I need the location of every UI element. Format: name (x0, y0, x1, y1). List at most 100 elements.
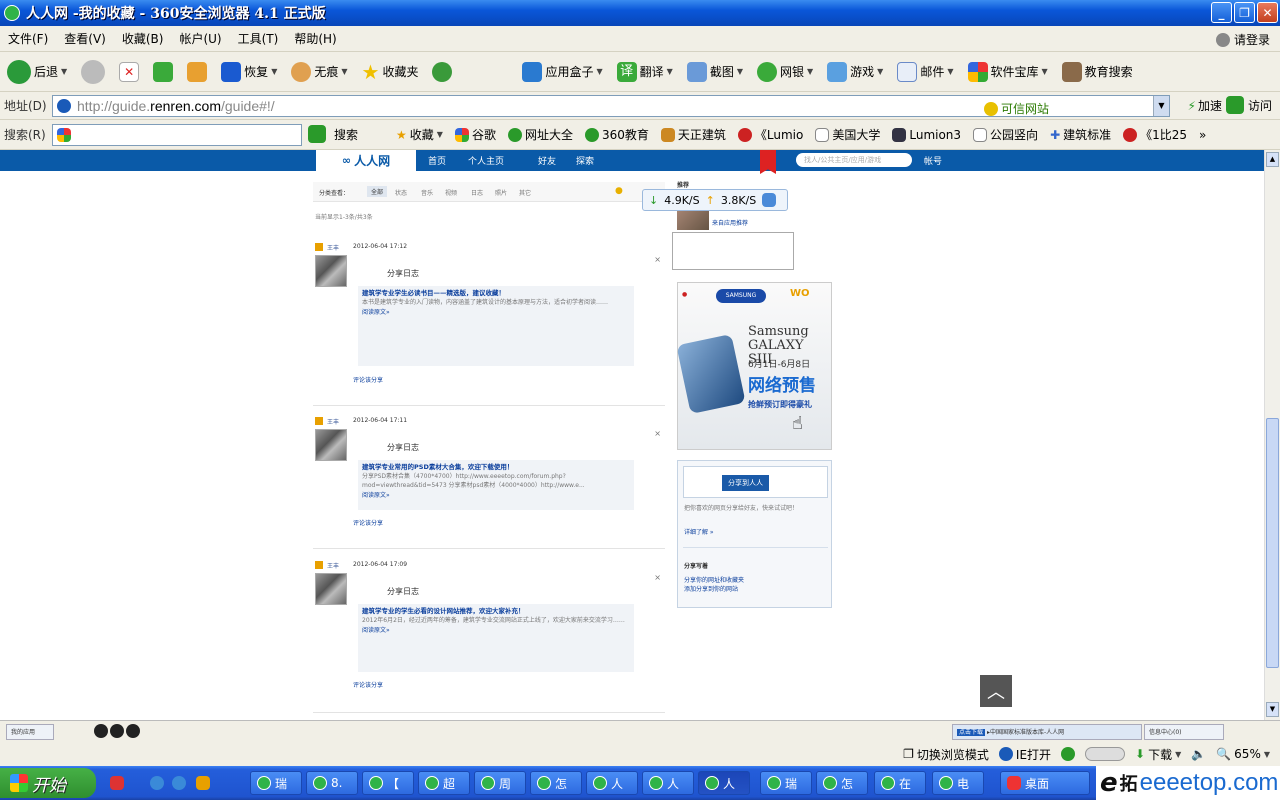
screenshot-button[interactable]: 截图 ▼ (680, 61, 750, 82)
ie-icon[interactable] (150, 776, 164, 790)
address-input[interactable]: http://guide.renren.com/guide#!/ 可信网站 ▼ (52, 95, 1170, 117)
share-link[interactable]: 添加分享到你的网站 (684, 584, 738, 593)
desktop-task[interactable]: 桌面 (1000, 771, 1090, 795)
menu-file[interactable]: 文件(F) (0, 30, 56, 47)
comment-link[interactable]: 评论该分享 (353, 375, 383, 384)
filter-blog[interactable]: 日志 (471, 188, 483, 197)
filter-video[interactable]: 视频 (445, 188, 457, 197)
task-button[interactable]: 超 (418, 771, 470, 795)
quicklaunch-icon[interactable] (110, 776, 124, 790)
fav-360edu[interactable]: 360教育 (579, 126, 655, 143)
forward-button[interactable] (74, 59, 112, 84)
back-to-top-button[interactable]: ︿ (980, 675, 1012, 707)
download-button[interactable]: ⬇ 下载 ▼ (1135, 746, 1181, 763)
netbank-button[interactable]: 网银 ▼ (750, 61, 820, 82)
login-link[interactable]: 请登录 (1215, 31, 1270, 48)
play-icon[interactable] (94, 724, 108, 738)
avatar[interactable] (315, 429, 347, 461)
share-link[interactable]: 分享你的网址和收藏夹 (684, 575, 744, 584)
page-scrollbar[interactable]: ▲ ▼ (1264, 150, 1280, 720)
fav-1to25[interactable]: 《1比25 (1117, 126, 1193, 143)
filter-photo[interactable]: 照片 (495, 188, 507, 197)
task-button[interactable]: 怎 (816, 771, 868, 795)
nav-friends[interactable]: 好友 (538, 154, 556, 167)
side-desc[interactable]: 来自应用推荐 (712, 218, 748, 227)
close-button[interactable]: ✕ (1257, 2, 1278, 23)
games-button[interactable]: 游戏 ▼ (820, 61, 890, 82)
fav-building-standard[interactable]: ✚ 建筑标准 (1044, 126, 1117, 143)
shield-icon[interactable] (196, 776, 210, 790)
favorites-button[interactable]: ★ 收藏夹 (355, 60, 426, 84)
account-menu[interactable]: 帐号 (924, 154, 942, 167)
active-tab[interactable]: 点击下载 ▸中国国家标准版本库-人人网 (952, 724, 1142, 740)
filter-status[interactable]: 状态 (395, 188, 407, 197)
comment-link[interactable]: 评论该分享 (353, 518, 383, 527)
fav-us-university[interactable]: 美国大学 (809, 126, 886, 143)
share-more-link[interactable]: 详细了解 » (684, 527, 714, 536)
avatar[interactable] (315, 573, 347, 605)
address-dropdown-icon[interactable]: ▼ (1153, 96, 1169, 116)
softlib-button[interactable]: 软件宝库 ▼ (961, 61, 1055, 82)
mail-button[interactable]: 邮件 ▼ (890, 61, 960, 82)
fav-tangent[interactable]: 天正建筑 (655, 126, 732, 143)
security-icon[interactable] (1061, 747, 1076, 761)
task-button[interactable]: 【 (362, 771, 414, 795)
download-speed-popup[interactable]: ↓ 4.9K/S ↑ 3.8K/S (642, 189, 788, 211)
toggle-switch[interactable] (1085, 747, 1126, 761)
filter-music[interactable]: 音乐 (421, 188, 433, 197)
feed-author[interactable]: 王丰 (327, 561, 339, 570)
share-to-renren-button[interactable]: 分享到人人 (683, 466, 828, 498)
renren-search-input[interactable]: 找人/公共主页/应用/游戏 (796, 153, 912, 167)
feed-title[interactable]: 建筑学专业的学生必看的设计网站推荐，欢迎大家补充！ (362, 607, 630, 616)
feed-close-icon[interactable]: × (654, 573, 661, 582)
feed-title[interactable]: 建筑学专业常用的PSD素材大合集，欢迎下载使用！ (362, 463, 630, 472)
task-button-active[interactable]: 人 (698, 771, 750, 795)
scroll-thumb[interactable] (1266, 418, 1279, 668)
avatar[interactable] (315, 255, 347, 287)
ie-icon[interactable] (762, 193, 777, 207)
task-button[interactable]: 人 (586, 771, 638, 795)
zoom-control[interactable]: 🔍 65% ▼ (1216, 747, 1270, 761)
comment-link[interactable]: 评论该分享 (353, 680, 383, 689)
read-more-link[interactable]: 阅读原文» (362, 490, 630, 499)
scroll-up-icon[interactable]: ▲ (1266, 152, 1279, 167)
fav-lumio[interactable]: 《Lumio (732, 126, 809, 143)
task-button[interactable]: 人 (642, 771, 694, 795)
nav-profile[interactable]: 个人主页 (468, 154, 504, 167)
feed-author[interactable]: 王丰 (327, 417, 339, 426)
scroll-down-icon[interactable]: ▼ (1266, 702, 1279, 717)
switch-mode-button[interactable]: ❐ 切换浏览模式 (903, 746, 989, 763)
fav-url-guide[interactable]: 网址大全 (502, 126, 579, 143)
task-button[interactable]: 瑞 (250, 771, 302, 795)
browser-icon[interactable] (172, 776, 186, 790)
fav-lumion3[interactable]: Lumion3 (886, 126, 967, 143)
task-button[interactable]: 在 (874, 771, 926, 795)
edusearch-button[interactable]: 教育搜索 (1055, 61, 1140, 82)
my-apps-tab[interactable]: 我的应用 (6, 724, 54, 740)
appbox-button[interactable]: 应用盒子 ▼ (515, 61, 609, 82)
menu-account[interactable]: 帐户(U) (171, 30, 229, 47)
task-button[interactable]: 电 (932, 771, 984, 795)
nav-explore[interactable]: 探索 (576, 154, 594, 167)
restore-button[interactable]: 恢复 ▼ (214, 61, 284, 82)
feed-close-icon[interactable]: × (654, 429, 661, 438)
speed-button[interactable] (425, 61, 459, 82)
task-button[interactable]: 怎 (530, 771, 582, 795)
search-button[interactable]: 搜索 (308, 125, 358, 143)
filter-other[interactable]: 其它 (519, 188, 531, 197)
search-input[interactable] (52, 124, 302, 146)
filter-all[interactable]: 全部 (367, 186, 388, 197)
speedup-button[interactable]: ⚡ 加速 (1188, 97, 1222, 114)
fav-google[interactable]: 谷歌 (449, 126, 502, 143)
renren-logo[interactable]: ∞ 人人网 (316, 150, 416, 171)
notrace-button[interactable]: 无痕 ▼ (284, 61, 354, 82)
next-icon[interactable] (110, 724, 124, 738)
maximize-button[interactable]: ❐ (1234, 2, 1255, 23)
start-button[interactable]: 开始 (0, 768, 96, 798)
task-button[interactable]: 8. (306, 771, 358, 795)
task-button[interactable]: 周 (474, 771, 526, 795)
read-more-link[interactable]: 阅读原文» (362, 625, 630, 634)
info-center-tab[interactable]: 信息中心(0) (1144, 724, 1224, 740)
menu-view[interactable]: 查看(V) (56, 30, 114, 47)
stop-button[interactable]: ✕ (112, 61, 146, 82)
